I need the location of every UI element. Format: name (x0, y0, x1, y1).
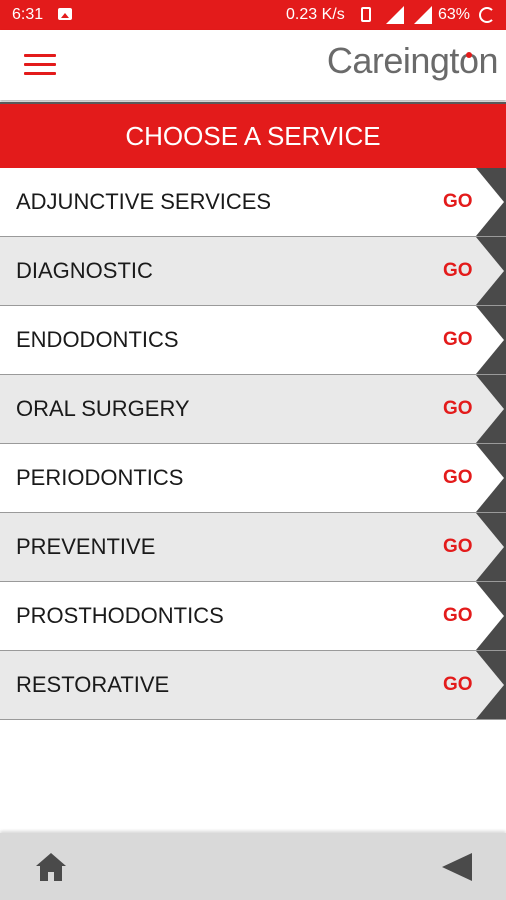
service-label: ORAL SURGERY (16, 396, 190, 421)
service-row-periodontics[interactable]: PERIODONTICS GO (0, 444, 506, 513)
signal-icon (386, 6, 404, 24)
service-label: PROSTHODONTICS (16, 603, 224, 628)
home-icon[interactable] (34, 851, 68, 883)
chevron-right-icon (476, 444, 504, 512)
go-button[interactable]: GO (443, 237, 473, 305)
back-icon[interactable] (440, 851, 474, 883)
go-button[interactable]: GO (443, 444, 473, 512)
battery-icon (479, 7, 495, 23)
app-header: Careington (0, 30, 506, 100)
service-row-preventive[interactable]: PREVENTIVE GO (0, 513, 506, 582)
chevron-right-icon (476, 306, 504, 374)
go-button[interactable]: GO (443, 651, 473, 719)
chevron-right-icon (476, 375, 504, 443)
signal-icon (414, 6, 432, 24)
chevron-right-icon (476, 168, 504, 236)
image-icon (58, 8, 72, 20)
hamburger-menu-icon[interactable] (24, 54, 56, 76)
go-button[interactable]: GO (443, 306, 473, 374)
bottom-nav-bar (0, 833, 506, 900)
service-label: DIAGNOSTIC (16, 258, 153, 283)
battery-percent: 63% (438, 6, 471, 23)
service-row-endodontics[interactable]: ENDODONTICS GO (0, 306, 506, 375)
careington-logo: Careington (326, 40, 499, 81)
go-button[interactable]: GO (443, 582, 473, 650)
service-label: PREVENTIVE (16, 534, 156, 559)
status-bar: 6:31 0.23 K/s 63% (0, 0, 506, 30)
service-row-diagnostic[interactable]: DIAGNOSTIC GO (0, 237, 506, 306)
service-label: ADJUNCTIVE SERVICES (16, 189, 272, 214)
service-row-adjunctive-services[interactable]: ADJUNCTIVE SERVICES GO (0, 168, 506, 237)
service-row-restorative[interactable]: RESTORATIVE GO (0, 651, 506, 720)
service-list: ADJUNCTIVE SERVICES GO DIAGNOSTIC GO END… (0, 168, 506, 720)
service-label: ENDODONTICS (16, 327, 179, 352)
go-button[interactable]: GO (443, 375, 473, 443)
vibrate-icon (361, 7, 371, 22)
chevron-right-icon (476, 513, 504, 581)
service-label: PERIODONTICS (16, 465, 184, 490)
chevron-right-icon (476, 582, 504, 650)
page-title: CHOOSE A SERVICE (0, 102, 506, 168)
go-button[interactable]: GO (443, 168, 473, 236)
service-row-prosthodontics[interactable]: PROSTHODONTICS GO (0, 582, 506, 651)
network-speed: 0.23 K/s (286, 6, 345, 23)
chevron-right-icon (476, 651, 504, 719)
chevron-right-icon (476, 237, 504, 305)
status-time: 6:31 (12, 6, 44, 23)
go-button[interactable]: GO (443, 513, 473, 581)
service-label: RESTORATIVE (16, 672, 170, 697)
service-row-oral-surgery[interactable]: ORAL SURGERY GO (0, 375, 506, 444)
